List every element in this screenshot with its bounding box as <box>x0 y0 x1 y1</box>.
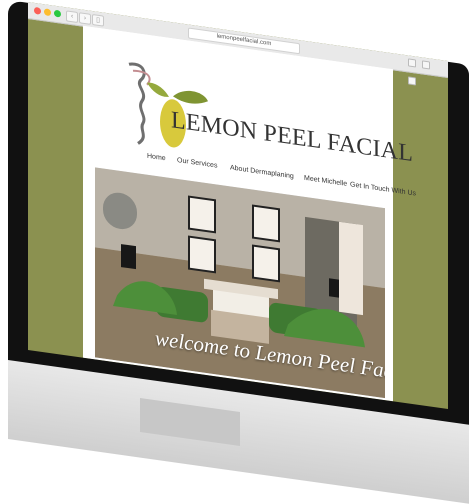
sidebar-icon: ▯ <box>96 15 100 25</box>
site-title: LEMON PEEL FACIAL <box>171 107 414 168</box>
close-window-button[interactable] <box>34 6 41 15</box>
share-icon[interactable] <box>422 60 430 70</box>
lemon-leaf-small <box>147 82 169 97</box>
reload-icon[interactable] <box>408 58 416 68</box>
minimize-window-button[interactable] <box>44 8 51 17</box>
hero-image: welcome to Lemon Peel Facial <box>95 167 385 399</box>
nav-link-meet-michelle[interactable]: Meet Michelle <box>304 175 347 188</box>
sidebar-button[interactable]: ▯ <box>92 13 104 27</box>
chevron-left-icon: ‹ <box>70 11 74 21</box>
tabs-icon[interactable] <box>408 76 416 86</box>
forward-button[interactable]: › <box>79 12 91 25</box>
imac-monitor: ‹ › ▯ lemonpeelfacial.com LEMON PEEL FAC <box>0 0 471 504</box>
zoom-window-button[interactable] <box>54 9 61 18</box>
nav-link-get-in-touch[interactable]: Get In Touch With Us <box>350 181 416 197</box>
screen: ‹ › ▯ lemonpeelfacial.com LEMON PEEL FAC <box>28 2 448 410</box>
nav-link-our-services[interactable]: Our Services <box>177 157 217 170</box>
lemon-logo <box>128 62 208 148</box>
nav-link-about-dermaplaning[interactable]: About Dermaplaning <box>230 164 294 180</box>
back-button[interactable]: ‹ <box>66 10 78 24</box>
chevron-right-icon: › <box>83 13 87 23</box>
nav-link-home[interactable]: Home <box>147 153 166 163</box>
ribbon <box>128 62 146 145</box>
browser-toolbar-icons <box>406 58 436 86</box>
website-page: LEMON PEEL FACIAL Home Our Services Abou… <box>83 25 416 402</box>
